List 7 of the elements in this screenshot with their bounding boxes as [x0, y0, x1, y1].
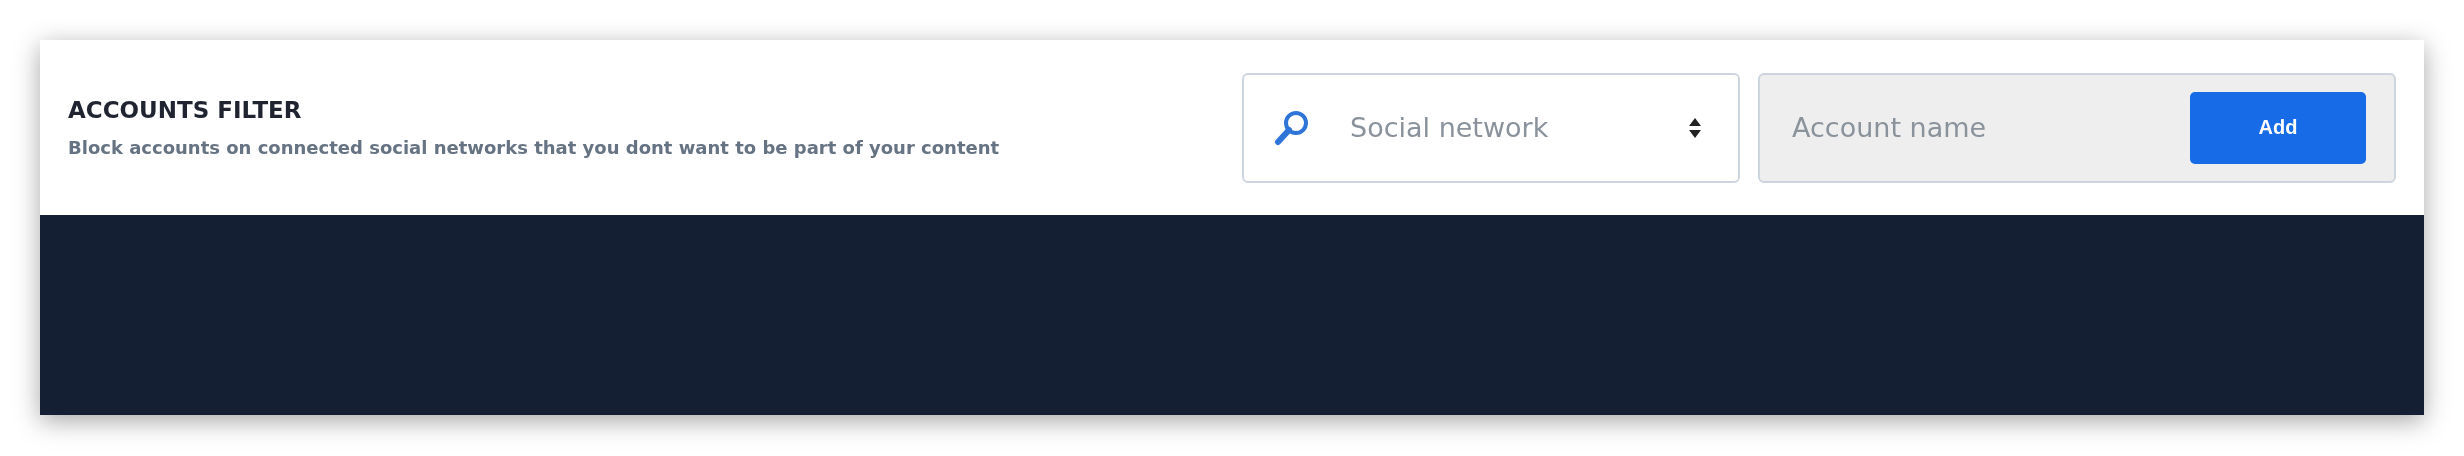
account-name-field[interactable]: Account name Add [1758, 72, 2396, 183]
add-button[interactable]: Add [2190, 91, 2366, 164]
sort-arrows-icon [1688, 116, 1702, 139]
search-icon [1274, 108, 1310, 147]
section-description: Block accounts on connected social networks that you dont want to be part of your content [68, 137, 1001, 158]
network-select[interactable]: Social network [1242, 72, 1740, 183]
section-title: ACCOUNTS FILTER [68, 97, 303, 123]
